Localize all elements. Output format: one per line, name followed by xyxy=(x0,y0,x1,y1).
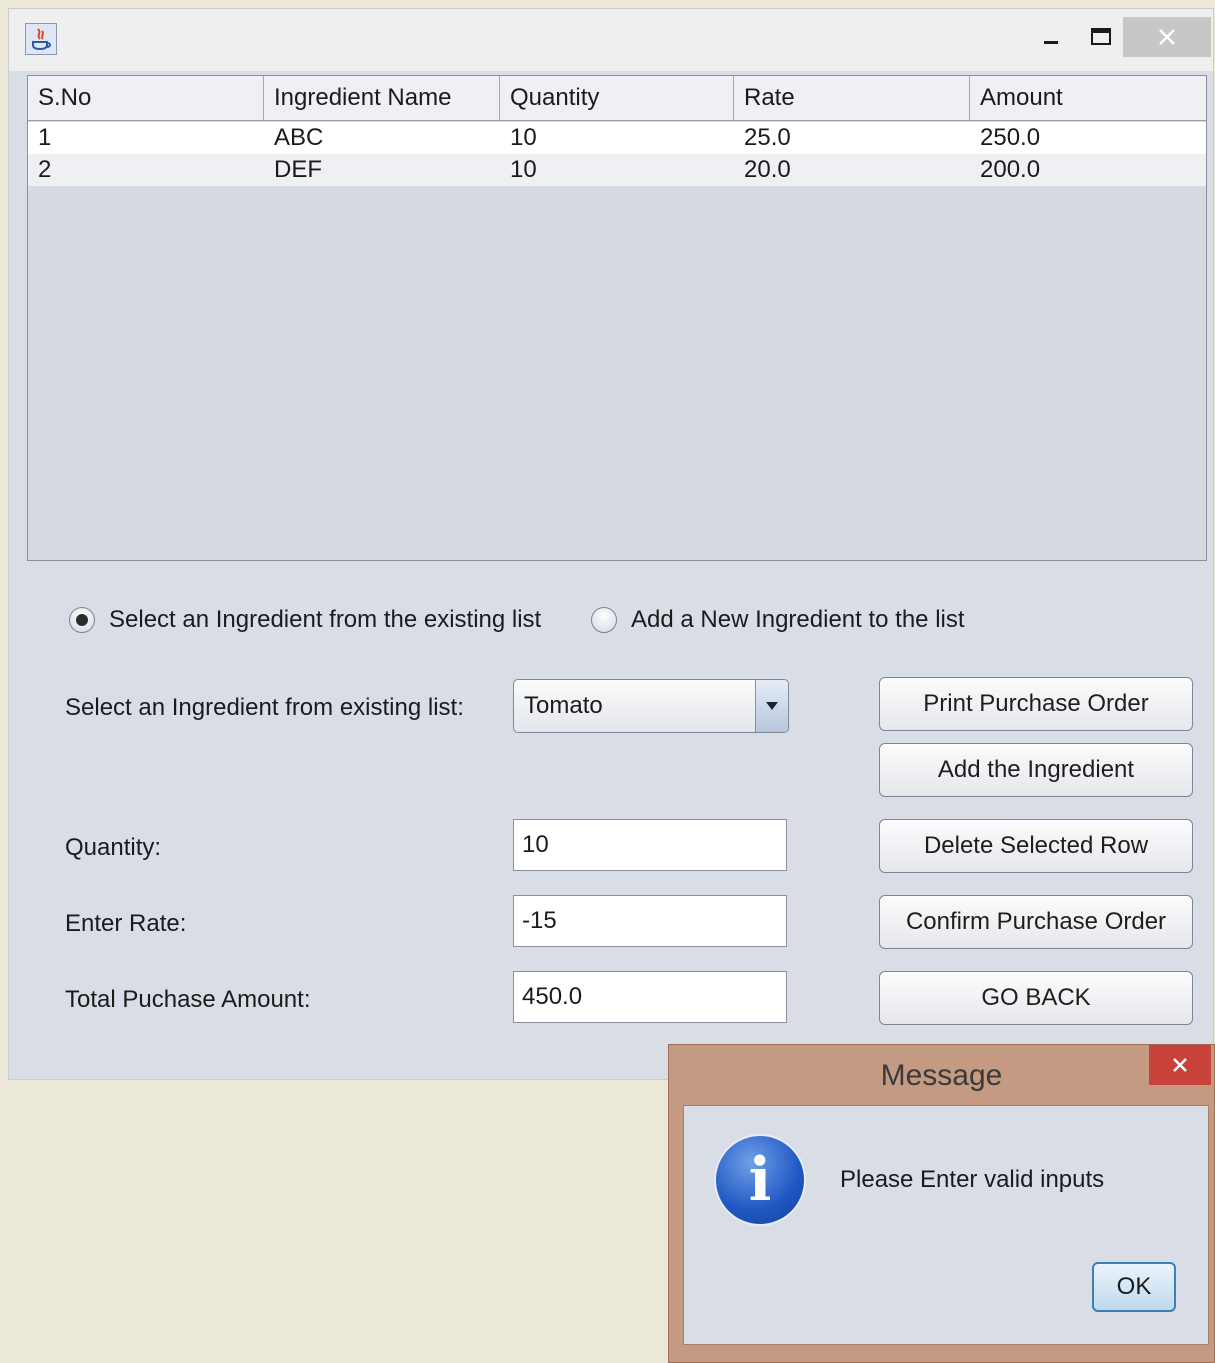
main-window: S.No Ingredient Name Quantity Rate Amoun… xyxy=(8,8,1214,1080)
maximize-button[interactable] xyxy=(1079,17,1123,57)
window-close-button[interactable] xyxy=(1123,17,1211,57)
minimize-button[interactable] xyxy=(1029,17,1073,57)
column-header-amount[interactable]: Amount xyxy=(970,76,1206,120)
cell-quantity: 10 xyxy=(510,156,537,183)
ingredient-dropdown-value: Tomato xyxy=(524,692,603,719)
dialog-close-button[interactable] xyxy=(1149,1045,1211,1085)
go-back-button[interactable]: GO BACK xyxy=(879,971,1193,1025)
close-icon xyxy=(1159,29,1175,45)
ingredient-dropdown[interactable]: Tomato xyxy=(513,679,789,733)
column-header-ingredient-name[interactable]: Ingredient Name xyxy=(264,76,500,120)
radio-selected-dot xyxy=(76,614,88,626)
java-app-icon[interactable] xyxy=(25,23,57,55)
maximize-icon xyxy=(1091,28,1111,45)
cell-amount: 250.0 xyxy=(980,124,1041,151)
cell-quantity: 10 xyxy=(510,124,537,151)
cell-rate: 25.0 xyxy=(744,124,791,151)
cell-ingredient-name: ABC xyxy=(274,124,324,151)
cell-rate: 20.0 xyxy=(744,156,791,183)
dialog-title: Message xyxy=(880,1059,1003,1092)
message-dialog: Message i Please Enter valid inputs OK xyxy=(668,1044,1215,1363)
rate-label: Enter Rate: xyxy=(65,910,187,937)
radio-existing-label[interactable]: Select an Ingredient from the existing l… xyxy=(109,605,541,635)
triangle-down-icon[interactable] xyxy=(755,680,788,732)
radio-existing-ingredient[interactable] xyxy=(69,607,95,633)
column-header-sno[interactable]: S.No xyxy=(28,76,264,120)
print-purchase-order-button[interactable]: Print Purchase Order xyxy=(879,677,1193,731)
table-header: S.No Ingredient Name Quantity Rate Amoun… xyxy=(28,76,1206,121)
total-amount-label: Total Puchase Amount: xyxy=(65,986,311,1013)
column-header-quantity[interactable]: Quantity xyxy=(500,76,734,120)
delete-selected-row-button[interactable]: Delete Selected Row xyxy=(879,819,1193,873)
info-icon: i xyxy=(714,1134,806,1226)
radio-new-ingredient[interactable] xyxy=(591,607,617,633)
quantity-input[interactable]: 10 xyxy=(513,819,787,871)
total-amount-field[interactable]: 450.0 xyxy=(513,971,787,1023)
add-ingredient-button[interactable]: Add the Ingredient xyxy=(879,743,1193,797)
column-header-rate[interactable]: Rate xyxy=(734,76,970,120)
cell-sno: 2 xyxy=(38,156,52,183)
cell-ingredient-name: DEF xyxy=(274,156,322,183)
cell-sno: 1 xyxy=(38,124,52,151)
title-bar xyxy=(9,9,1213,71)
cell-amount: 200.0 xyxy=(980,156,1041,183)
radio-new-label[interactable]: Add a New Ingredient to the list xyxy=(631,605,965,635)
rate-input[interactable]: -15 xyxy=(513,895,787,947)
close-icon xyxy=(1173,1058,1187,1072)
quantity-label: Quantity: xyxy=(65,834,162,861)
table-row[interactable]: 1 ABC 10 25.0 250.0 xyxy=(28,122,1206,154)
dialog-body: i Please Enter valid inputs OK xyxy=(683,1105,1209,1345)
ingredients-table[interactable]: S.No Ingredient Name Quantity Rate Amoun… xyxy=(27,75,1207,561)
ingredient-select-label: Select an Ingredient from existing list: xyxy=(65,694,464,721)
confirm-purchase-order-button[interactable]: Confirm Purchase Order xyxy=(879,895,1193,949)
dialog-message: Please Enter valid inputs xyxy=(840,1166,1105,1193)
ok-button[interactable]: OK xyxy=(1092,1262,1176,1312)
table-row[interactable]: 2 DEF 10 20.0 200.0 xyxy=(28,154,1206,186)
minimize-icon xyxy=(1044,41,1058,44)
